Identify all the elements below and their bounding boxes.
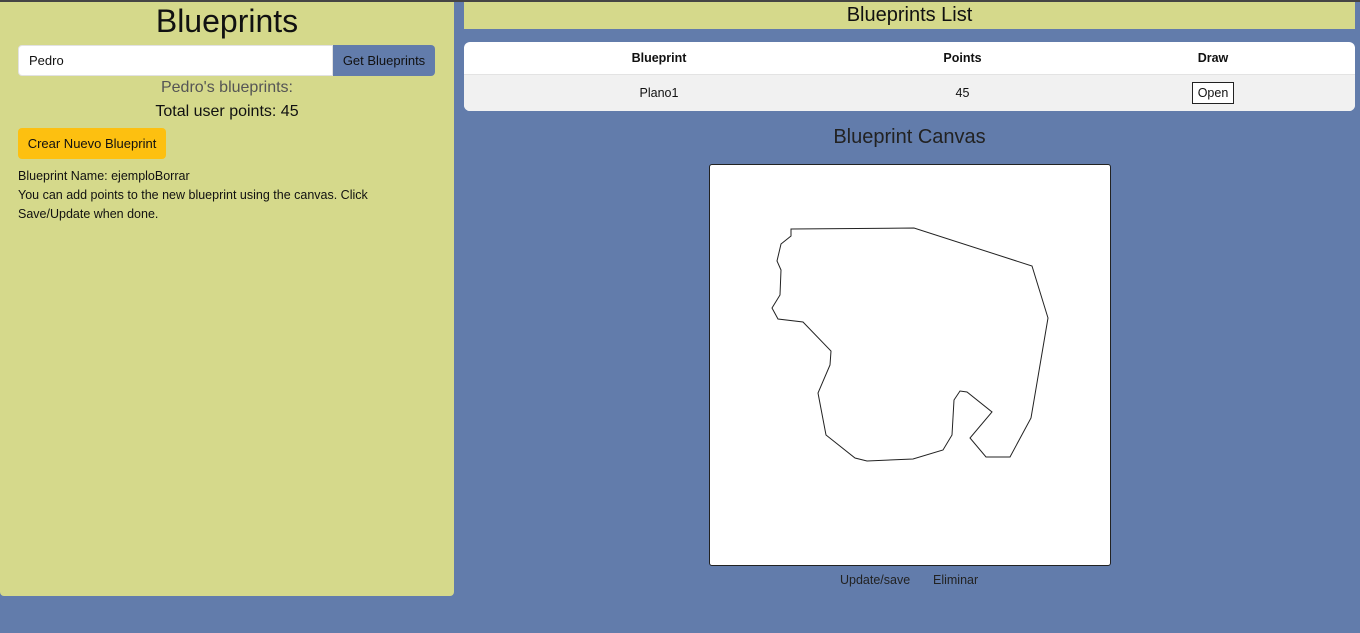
update-save-button[interactable]: Update/save (840, 572, 910, 588)
blueprint-shape (771, 227, 1049, 462)
open-blueprint-button[interactable]: Open (1191, 82, 1235, 104)
total-user-points: Total user points: 45 (155, 103, 299, 120)
table-row: Plano1 45 Open (464, 74, 1355, 111)
app-title: Blueprints (155, 3, 299, 39)
author-input[interactable] (18, 45, 333, 76)
column-header-points: Points (854, 42, 1071, 75)
canvas-title: Blueprint Canvas (833, 126, 986, 148)
delete-button[interactable]: Eliminar (933, 572, 978, 588)
column-header-draw: Draw (1071, 42, 1355, 75)
get-blueprints-button[interactable]: Get Blueprints (333, 45, 435, 76)
blueprint-name-cell: Plano1 (464, 74, 854, 111)
blueprint-canvas[interactable] (709, 164, 1111, 566)
draw-cell: Open (1071, 74, 1355, 111)
blueprints-table: Blueprint Points Draw Plano1 45 Open (464, 42, 1355, 111)
canvas-instructions: You can add points to the new blueprint … (18, 188, 368, 221)
author-blueprints-heading: Pedro's blueprints: (160, 79, 293, 96)
column-header-blueprint: Blueprint (464, 42, 854, 75)
author-search: Get Blueprints (18, 45, 435, 76)
blueprints-list-title: Blueprints List (464, 2, 1355, 29)
table-header-row: Blueprint Points Draw (464, 42, 1355, 75)
blueprint-drawing (771, 227, 1049, 462)
blueprints-table-card: Blueprint Points Draw Plano1 45 Open (464, 42, 1355, 111)
create-blueprint-button[interactable]: Crear Nuevo Blueprint (18, 128, 166, 159)
new-blueprint-name: Blueprint Name: ejemploBorrar (18, 169, 190, 183)
blueprint-points-cell: 45 (854, 74, 1071, 111)
